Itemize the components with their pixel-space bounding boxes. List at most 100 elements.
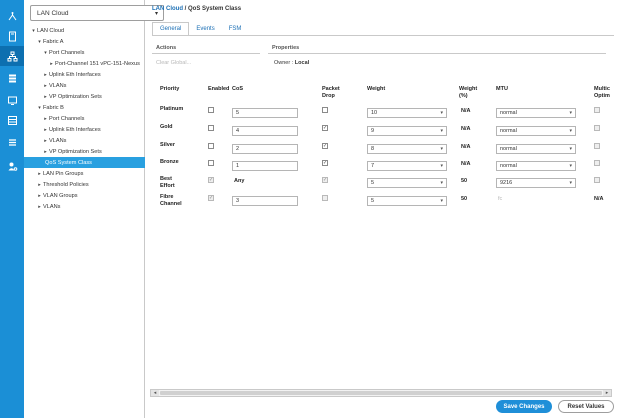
chevron-right-icon[interactable]: ▸ [42, 138, 49, 144]
packet-drop-checkbox[interactable]: ✓ [322, 125, 328, 131]
chevron-right-icon[interactable]: ▸ [42, 127, 49, 133]
owner-label: Owner : [274, 60, 294, 66]
network-icon [8, 11, 16, 20]
weight-select[interactable]: 5 ▾ [367, 178, 447, 188]
rail-button-storage[interactable] [0, 68, 24, 88]
tab-events[interactable]: Events [189, 22, 221, 36]
tree-node[interactable]: ▾ Port Channels [24, 47, 145, 58]
owner-value: Local [294, 60, 310, 66]
mtu-select-value: normal [500, 146, 517, 152]
chevron-right-icon[interactable]: ▸ [42, 116, 49, 122]
tree-node[interactable]: ▸ VP Optimization Sets [24, 146, 145, 157]
chevron-right-icon[interactable]: ▸ [36, 193, 43, 199]
chevron-right-icon[interactable]: ▸ [48, 61, 55, 67]
chevron-down-icon[interactable]: ▾ [42, 50, 49, 56]
chevron-down-icon: ▾ [440, 110, 443, 116]
enabled-checkbox[interactable] [208, 143, 214, 149]
server-icon [8, 31, 16, 41]
scroll-left-arrow-icon[interactable]: ◂ [151, 390, 159, 396]
tree-node[interactable]: ▾ Fabric A [24, 36, 145, 47]
tree-node[interactable]: ▸ Threshold Policies [24, 179, 145, 190]
chevron-right-icon[interactable]: ▸ [42, 83, 49, 89]
admin-icon [8, 162, 17, 171]
chevron-right-icon[interactable]: ▸ [36, 204, 43, 210]
weight-percent-value: 50 [461, 178, 468, 184]
tree-node-label: Uplink Eth Interfaces [49, 71, 101, 78]
tree-node[interactable]: ▾ LAN Cloud [24, 25, 145, 36]
scrollbar-thumb[interactable] [160, 391, 602, 395]
tree-node[interactable]: ▸ Uplink Eth Interfaces [24, 124, 145, 135]
rail-button-server[interactable] [0, 26, 24, 46]
tree-node[interactable]: ▸ Port-Channel 151 vPC-151-Nexus [24, 58, 145, 69]
actions-section-title: Actions [156, 45, 177, 51]
rail-button-admin[interactable] [0, 156, 24, 176]
chevron-down-icon[interactable]: ▾ [36, 105, 43, 111]
rail-button-chassis[interactable] [0, 110, 24, 130]
tree-node[interactable]: ▾ Fabric B [24, 102, 145, 113]
weight-select[interactable]: 9 ▾ [367, 126, 447, 136]
mtu-select[interactable]: normal ▾ [496, 108, 576, 118]
tree-node[interactable]: ▸ LAN Pin Groups [24, 168, 145, 179]
owner-field: Owner : Local [274, 60, 309, 66]
mtu-select-value: normal [500, 128, 517, 134]
packet-drop-checkbox[interactable] [322, 107, 328, 113]
mtu-select[interactable]: normal ▾ [496, 144, 576, 154]
tree-filter-dropdown[interactable]: LAN Cloud ▾ [30, 5, 164, 21]
scroll-right-arrow-icon[interactable]: ▸ [603, 390, 611, 396]
cos-input[interactable]: 1 [232, 161, 298, 171]
tree-node[interactable]: QoS System Class [24, 157, 145, 168]
tree-node[interactable]: ▸ VLANs [24, 80, 145, 91]
rail-button-lan[interactable] [0, 46, 24, 66]
tree-node-label: Fabric A [43, 38, 64, 45]
chevron-right-icon[interactable]: ▸ [42, 72, 49, 78]
cos-input[interactable]: 3 [232, 196, 298, 206]
cos-input[interactable]: 5 [232, 108, 298, 118]
rail-button-list[interactable] [0, 132, 24, 152]
save-changes-button[interactable]: Save Changes [496, 400, 552, 413]
packet-drop-checkbox[interactable]: ✓ [322, 143, 328, 149]
tree-node[interactable]: ▸ VLAN Groups [24, 190, 145, 201]
tree-node[interactable]: ▸ VLANs [24, 135, 145, 146]
weight-select[interactable]: 5 ▾ [367, 196, 447, 206]
multicast-checkbox [594, 125, 600, 131]
enabled-checkbox[interactable] [208, 160, 214, 166]
tree-node-label: VLANs [49, 82, 67, 89]
tree-node[interactable]: ▸ Uplink Eth Interfaces [24, 69, 145, 80]
weight-percent-value: N/A [461, 108, 471, 114]
breadcrumb-lan-cloud-link[interactable]: LAN Cloud [152, 6, 183, 12]
multicast-checkbox [594, 107, 600, 113]
tab-general[interactable]: General [152, 22, 190, 36]
chevron-right-icon[interactable]: ▸ [36, 171, 43, 177]
weight-select[interactable]: 7 ▾ [367, 161, 447, 171]
tree-node[interactable]: ▸ VLANs [24, 201, 145, 212]
tab-fsm[interactable]: FSM [222, 22, 249, 36]
reset-values-button[interactable]: Reset Values [558, 400, 614, 413]
cos-input[interactable]: 4 [232, 126, 298, 136]
rail-button-network[interactable] [0, 6, 24, 26]
cos-input[interactable]: 2 [232, 144, 298, 154]
cos-value: Any [234, 178, 245, 184]
mtu-select[interactable]: 9216 ▾ [496, 178, 576, 188]
chevron-down-icon[interactable]: ▾ [30, 28, 37, 34]
chevron-right-icon[interactable]: ▸ [42, 149, 49, 155]
chevron-down-icon: ▾ [569, 146, 572, 152]
weight-select[interactable]: 10 ▾ [367, 108, 447, 118]
chevron-down-icon[interactable]: ▾ [36, 39, 43, 45]
chevron-right-icon[interactable]: ▸ [42, 94, 49, 100]
weight-select[interactable]: 8 ▾ [367, 144, 447, 154]
chevron-right-icon[interactable]: ▸ [36, 182, 43, 188]
navigation-rail [0, 0, 24, 418]
weight-percent-value: N/A [461, 144, 471, 150]
rail-button-vm[interactable] [0, 90, 24, 110]
tree-node-label: VP Optimization Sets [49, 93, 102, 100]
tree-node[interactable]: ▸ VP Optimization Sets [24, 91, 145, 102]
enabled-checkbox: ✓ [208, 177, 214, 183]
tree-node[interactable]: ▸ Port Channels [24, 113, 145, 124]
clear-global-action-link[interactable]: Clear Global... [156, 60, 191, 66]
enabled-checkbox[interactable] [208, 125, 214, 131]
enabled-checkbox[interactable] [208, 107, 214, 113]
mtu-select[interactable]: normal ▾ [496, 161, 576, 171]
packet-drop-checkbox[interactable]: ✓ [322, 160, 328, 166]
mtu-select[interactable]: normal ▾ [496, 126, 576, 136]
horizontal-scrollbar[interactable]: ◂ ▸ [150, 389, 612, 397]
